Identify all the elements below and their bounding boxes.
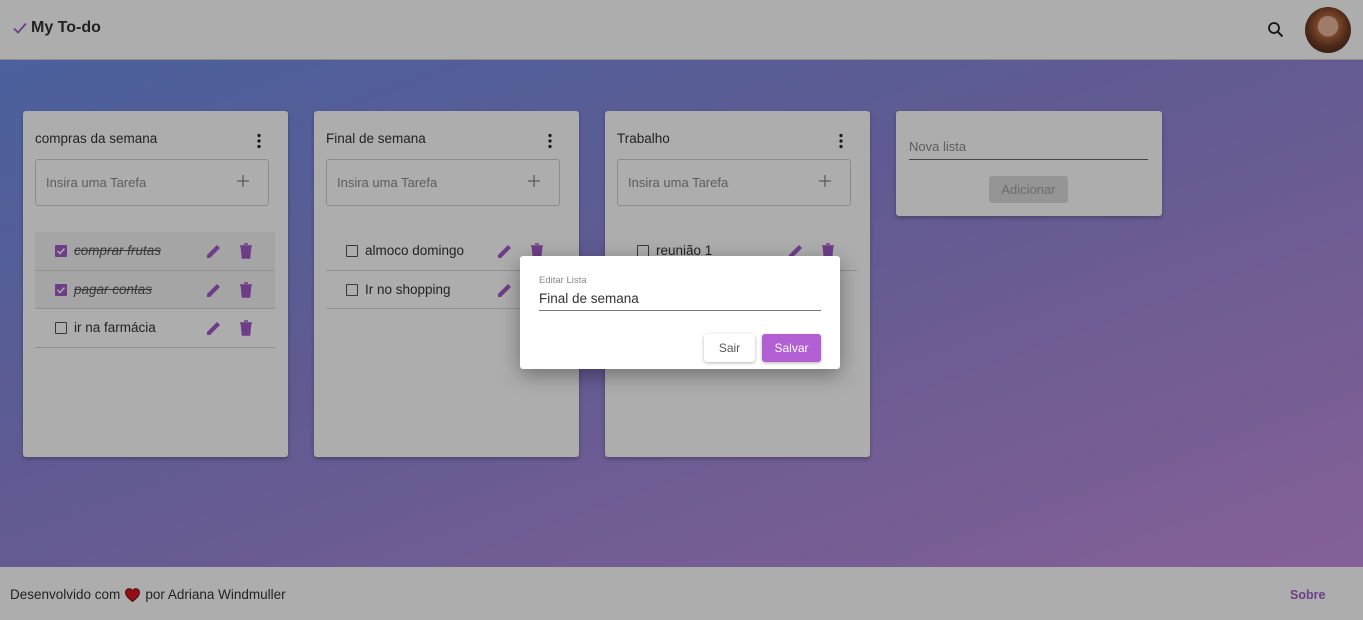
edit-list-label: Editar Lista bbox=[539, 275, 587, 286]
cancel-button[interactable]: Sair bbox=[704, 334, 755, 362]
save-button[interactable]: Salvar bbox=[762, 334, 821, 362]
edit-list-dialog: Editar Lista Final de semana Sair Salvar bbox=[520, 256, 840, 369]
edit-list-input[interactable]: Final de semana bbox=[539, 290, 821, 311]
